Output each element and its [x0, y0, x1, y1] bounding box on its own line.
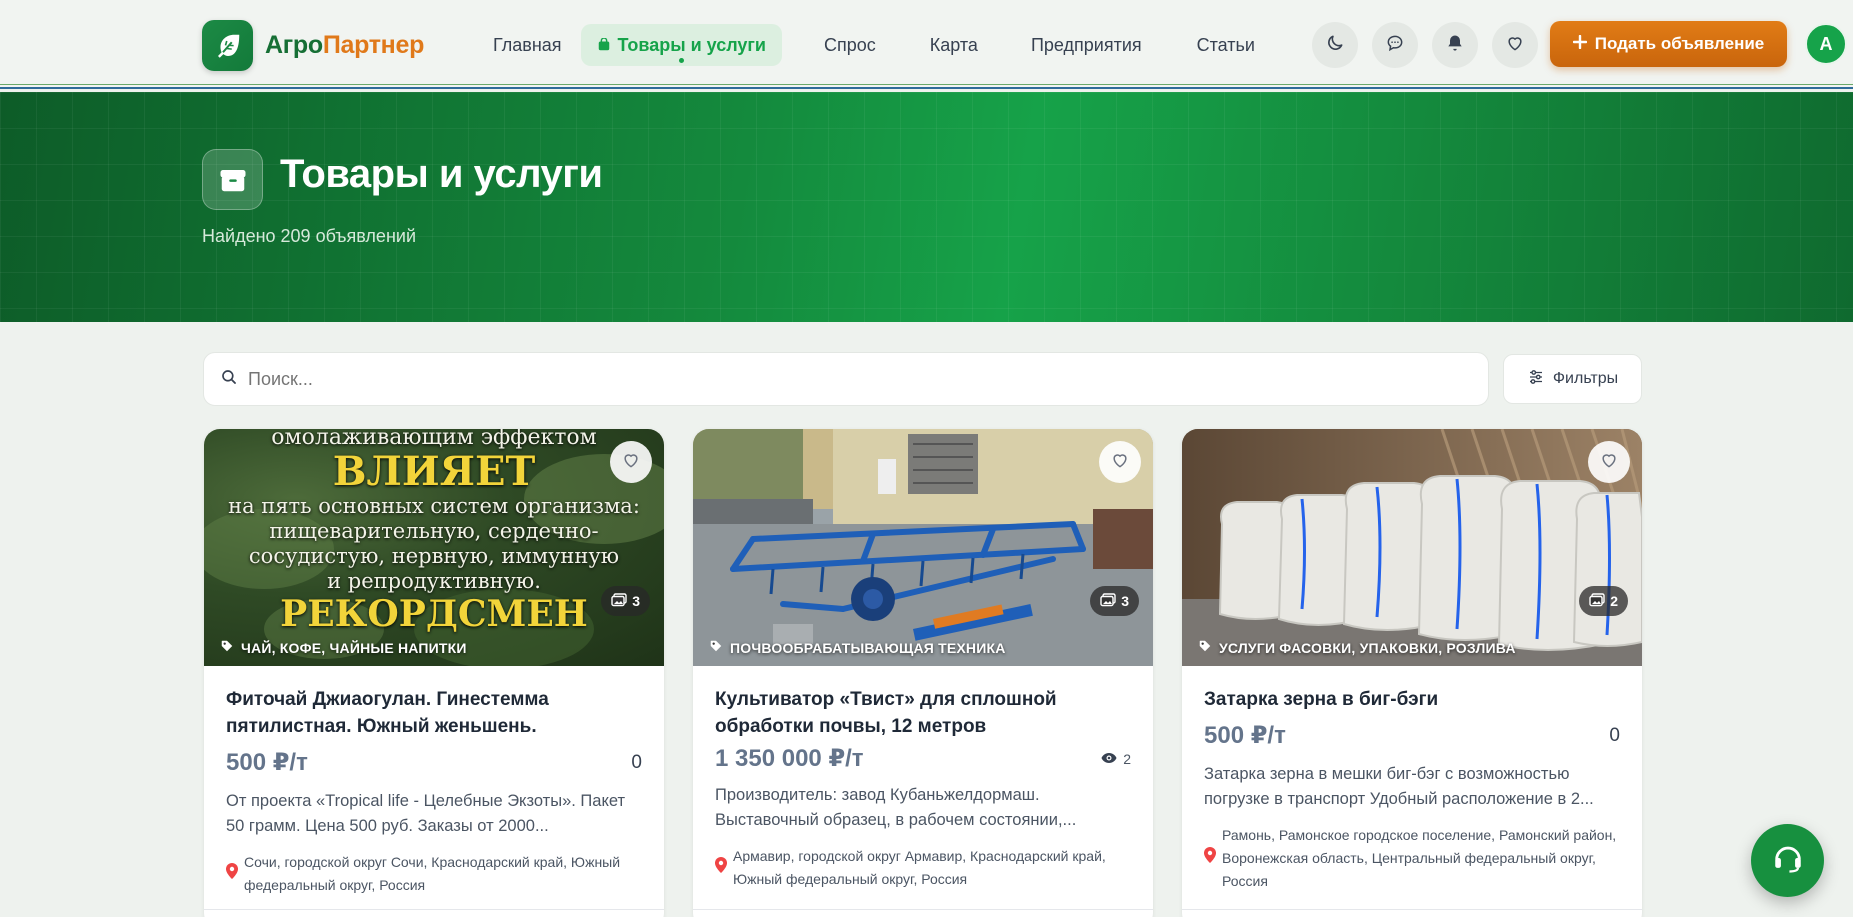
map-pin-icon — [715, 856, 727, 880]
heart-icon — [621, 450, 641, 475]
card-footer-divider — [1182, 909, 1642, 910]
map-pin-icon — [1204, 847, 1216, 870]
post-ad-button[interactable]: Подать объявление — [1550, 21, 1787, 67]
listing-photo[interactable]: омолаживающим эффектом ВЛИЯЕТ на пять ос… — [204, 429, 664, 666]
tag-icon — [1198, 639, 1212, 656]
logo-text: АгроПартнер — [265, 31, 425, 59]
listing-description: Затарка зерна в мешки биг-бэг с возможно… — [1204, 765, 1594, 808]
user-avatar[interactable]: A — [1805, 23, 1847, 65]
listing-counter: 0 — [631, 751, 642, 773]
leaf-icon — [202, 20, 253, 71]
listing-location: Сочи, городской округ Сочи, Краснодарски… — [226, 851, 642, 897]
listing-price: 1 350 000 ₽/т — [715, 745, 864, 772]
photo-count-badge: 2 — [1579, 586, 1628, 616]
search-input[interactable] — [248, 368, 1448, 390]
category-label: Чай, кофе, чайные напитки — [220, 639, 467, 656]
listing-card[interactable]: 3 Почвообрабатывающая техника Культивато… — [693, 429, 1153, 917]
listing-photo[interactable]: 3 Почвообрабатывающая техника — [693, 429, 1153, 666]
photo-count-badge: 3 — [601, 586, 650, 616]
headset-icon — [1771, 841, 1805, 880]
filters-button[interactable]: Фильтры — [1503, 354, 1642, 404]
page-title: Товары и услуги — [280, 152, 603, 196]
results-count: Найдено 209 объявлений — [202, 226, 416, 246]
search-icon — [220, 368, 238, 391]
images-icon — [1589, 592, 1605, 610]
listing-title[interactable]: Культиватор «Твист» для сплошной обработ… — [715, 686, 1131, 740]
photo-count-badge: 3 — [1090, 586, 1139, 616]
listing-title[interactable]: Затарка зерна в биг-бэги — [1204, 686, 1620, 713]
listing-price: 500 ₽/т — [1204, 722, 1286, 749]
tag-icon — [220, 639, 234, 656]
page-hero: Товары и услуги Найдено 209 объявлений — [0, 92, 1853, 322]
search-bar — [203, 352, 1489, 406]
listing-location: Армавир, городской округ Армавир, Красно… — [715, 845, 1131, 891]
favorites-button[interactable] — [1492, 22, 1538, 68]
listing-photo[interactable]: 2 Услуги фасовки, упаковки, розлива — [1182, 429, 1642, 666]
nav-goods-services[interactable]: Товары и услуги — [580, 24, 782, 66]
moon-icon — [1325, 33, 1345, 58]
plus-icon — [1572, 34, 1587, 54]
nav-map[interactable]: Карта — [911, 24, 997, 66]
main-nav: Главная Товары и услуги Спрос Карта Пред… — [474, 24, 1274, 66]
sliders-icon — [1527, 368, 1545, 391]
nav-companies[interactable]: Предприятия — [1012, 24, 1161, 66]
heart-icon — [1110, 450, 1130, 475]
site-logo[interactable]: АгроПартнер — [202, 20, 424, 71]
listing-description: Производитель: завод Кубаньжелдормаш. Вы… — [715, 786, 1077, 829]
heart-icon — [1599, 450, 1619, 475]
heart-icon — [1505, 33, 1525, 58]
bell-icon — [1445, 33, 1465, 58]
map-pin-icon — [226, 862, 238, 886]
messages-button[interactable] — [1372, 22, 1418, 68]
box-icon — [202, 149, 263, 210]
card-footer-divider — [693, 909, 1153, 910]
images-icon — [1100, 592, 1116, 610]
category-label: Почвообрабатывающая техника — [709, 639, 1006, 656]
listing-card[interactable]: 2 Услуги фасовки, упаковки, розлива Зата… — [1182, 429, 1642, 917]
top-navbar: АгроПартнер Главная Товары и услуги Спро… — [0, 0, 1853, 89]
listing-location: Рамонь, Рамонское городское поселение, Р… — [1204, 824, 1620, 893]
view-count: 2 — [1101, 751, 1131, 767]
theme-toggle-button[interactable] — [1312, 22, 1358, 68]
category-label: Услуги фасовки, упаковки, розлива — [1198, 639, 1516, 656]
listing-counter: 0 — [1609, 724, 1620, 746]
images-icon — [611, 592, 627, 610]
favorite-button[interactable] — [1099, 441, 1141, 483]
notifications-button[interactable] — [1432, 22, 1478, 68]
photo-caption: омолаживающим эффектом ВЛИЯЕТ на пять ос… — [228, 429, 640, 635]
chat-icon — [1385, 33, 1405, 58]
eye-icon — [1101, 751, 1117, 767]
nav-demand[interactable]: Спрос — [805, 24, 895, 66]
shopping-bag-icon — [597, 38, 611, 52]
nav-home[interactable]: Главная — [474, 24, 581, 66]
active-indicator — [679, 58, 685, 63]
favorite-button[interactable] — [1588, 441, 1630, 483]
nav-articles[interactable]: Статьи — [1178, 24, 1274, 66]
listing-description: От проекта «Tropical life - Целебные Экз… — [226, 792, 626, 835]
listing-card[interactable]: омолаживающим эффектом ВЛИЯЕТ на пять ос… — [204, 429, 664, 917]
listing-price: 500 ₽/т — [226, 749, 308, 776]
support-chat-button[interactable] — [1751, 824, 1824, 897]
tag-icon — [709, 639, 723, 656]
card-footer-divider — [204, 909, 664, 910]
listing-title[interactable]: Фиточай Джиаогулан. Гинестемма пятилистн… — [226, 686, 642, 740]
favorite-button[interactable] — [610, 441, 652, 483]
